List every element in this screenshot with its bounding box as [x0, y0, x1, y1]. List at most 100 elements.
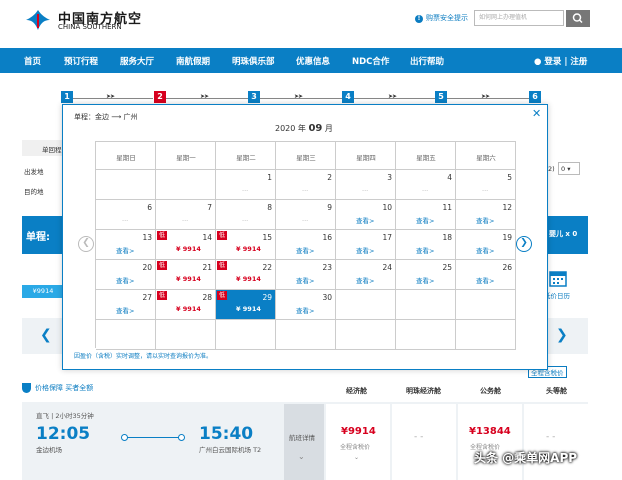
nav-item-booking[interactable]: 预订行程	[64, 55, 98, 67]
calendar-day[interactable]: 低 22 ¥ 9914	[216, 260, 276, 290]
calendar-day[interactable]: 27 查看>	[96, 290, 156, 320]
nav-item-holiday[interactable]: 南航假期	[176, 55, 210, 67]
day-view-link: 查看>	[356, 277, 375, 285]
calendar-day[interactable]: 4...	[396, 170, 456, 200]
step-5: 5	[435, 91, 447, 103]
calendar-day[interactable]: 26 查看>	[456, 260, 516, 290]
nav-item-home[interactable]: 首页	[24, 55, 41, 67]
calendar-day[interactable]: 低 29 ¥ 9914	[216, 290, 276, 320]
shield-icon	[22, 383, 31, 393]
calendar-day[interactable]: 低 14 ¥ 9914	[156, 230, 216, 260]
route-prefix: 单程：	[74, 113, 95, 121]
price-guarantee[interactable]: 价格保障 买者全额	[22, 383, 93, 393]
calendar-day[interactable]: 5...	[456, 170, 516, 200]
day-number: 16	[322, 233, 332, 242]
day-view-link: 查看>	[356, 247, 375, 255]
search-input[interactable]: 如何网上办理值机	[474, 10, 564, 26]
calendar-day[interactable]: 低 15 ¥ 9914	[216, 230, 276, 260]
passenger-select[interactable]: 0 ▾	[558, 162, 580, 175]
from-label: 出发地	[24, 168, 44, 176]
next-month-button[interactable]: ❯	[516, 236, 532, 252]
day-number: 3	[387, 173, 392, 182]
first-class-header: 头等舱	[546, 387, 567, 395]
day-price: ¥ 9914	[176, 305, 201, 313]
calendar-empty-cell	[456, 290, 516, 320]
calendar-day[interactable]: 25 查看>	[396, 260, 456, 290]
day-view-link: 查看>	[116, 307, 135, 315]
step-3: 3	[248, 91, 260, 103]
calendar-empty-cell	[396, 290, 456, 320]
calendar-empty-cell	[396, 320, 456, 350]
infant-count[interactable]: 婴儿 x 0	[549, 229, 577, 239]
day-view-link: 查看>	[116, 247, 135, 255]
calendar-day[interactable]: 11 查看>	[396, 200, 456, 230]
calendar-day[interactable]: 12 查看>	[456, 200, 516, 230]
calendar-day[interactable]: 9...	[276, 200, 336, 230]
calendar-day[interactable]: 16 查看>	[276, 230, 336, 260]
calendar-day[interactable]: 3...	[336, 170, 396, 200]
day-number: 29	[262, 293, 272, 302]
day-number: 17	[382, 233, 392, 242]
login-register-link[interactable]: ● 登录 | 注册	[534, 55, 587, 67]
nav-item-help[interactable]: 出行帮助	[410, 55, 444, 67]
search-button[interactable]	[566, 10, 590, 27]
day-no-data: ...	[422, 185, 429, 193]
date-price-chip[interactable]: ¥9914	[22, 285, 64, 298]
day-no-data: ...	[182, 215, 189, 223]
calendar-day[interactable]: 10 查看>	[336, 200, 396, 230]
day-number: 24	[382, 263, 392, 272]
kapok-logo-icon[interactable]	[24, 8, 52, 32]
calendar-day[interactable]: 6...	[96, 200, 156, 230]
day-number: 20	[142, 263, 152, 272]
price-note: 因盈价（含税）实时调整，请以实时查询报价为准。	[74, 353, 213, 360]
nav-item-offers[interactable]: 优惠信息	[296, 55, 330, 67]
calendar-day[interactable]: 2...	[276, 170, 336, 200]
calendar-day[interactable]: 8...	[216, 200, 276, 230]
flight-duration: 直飞 | 2小时35分钟	[36, 412, 94, 420]
calendar-day[interactable]: 24 查看>	[336, 260, 396, 290]
flight-detail-button[interactable]	[284, 404, 324, 480]
calendar-day[interactable]: 13 查看>	[96, 230, 156, 260]
calendar-day[interactable]: 低 28 ¥ 9914	[156, 290, 216, 320]
weekday-header: 星期日	[116, 154, 136, 162]
calendar-icon[interactable]	[548, 268, 568, 288]
site-header: 中国南方航空 CHINA SOUTHERN ! 购票安全提示 如何网上办理值机	[0, 0, 622, 48]
calendar-day[interactable]: 20 查看>	[96, 260, 156, 290]
day-number: 19	[502, 233, 512, 242]
calendar-day[interactable]: 7...	[156, 200, 216, 230]
safety-tip-link[interactable]: ! 购票安全提示	[415, 13, 468, 23]
trip-type-tab[interactable]: 单回程	[22, 140, 64, 156]
calendar-day[interactable]: 低 21 ¥ 9914	[156, 260, 216, 290]
route-start-dot	[121, 434, 128, 441]
close-icon[interactable]: ✕	[532, 107, 541, 120]
business-fare-cell[interactable]: ¥13844 全程含税价 ⌄	[458, 404, 522, 480]
business-price: ¥13844	[469, 426, 511, 437]
calendar-day[interactable]: 18 查看>	[396, 230, 456, 260]
nav-item-ndc[interactable]: NDC合作	[352, 55, 389, 67]
chevron-down-icon: ▾	[565, 165, 571, 173]
day-no-data: ...	[482, 185, 489, 193]
calendar-day[interactable]: 30 查看>	[276, 290, 336, 320]
pearl-economy-unavailable: - -	[414, 432, 424, 442]
day-view-link: 查看>	[356, 217, 375, 225]
low-price-badge: 低	[157, 231, 168, 240]
pearl-economy-header: 明珠经济舱	[406, 387, 441, 395]
economy-fare-cell[interactable]: ¥9914 全程含税价 ⌄	[326, 404, 390, 480]
calendar-day[interactable]: 17 查看>	[336, 230, 396, 260]
calendar-day[interactable]: 1...	[216, 170, 276, 200]
departure-time: 12:05	[36, 424, 91, 444]
calendar-day[interactable]: 23 查看>	[276, 260, 336, 290]
route-arrow-icon: ⟶	[111, 113, 122, 121]
step-2: 2	[154, 91, 166, 103]
day-number: 14	[202, 233, 212, 242]
nav-item-club[interactable]: 明珠俱乐部	[232, 55, 275, 67]
low-price-badge: 低	[217, 291, 228, 300]
route-end-dot	[178, 434, 185, 441]
logo-text-en[interactable]: CHINA SOUTHERN	[58, 23, 122, 31]
economy-tax-note: 全程含税价	[340, 444, 371, 451]
prev-month-button[interactable]: ❮	[78, 236, 94, 252]
day-price: ¥ 9914	[176, 245, 201, 253]
nav-item-service[interactable]: 服务大厅	[120, 55, 154, 67]
day-number: 11	[442, 203, 452, 212]
calendar-day[interactable]: 19 查看>	[456, 230, 516, 260]
